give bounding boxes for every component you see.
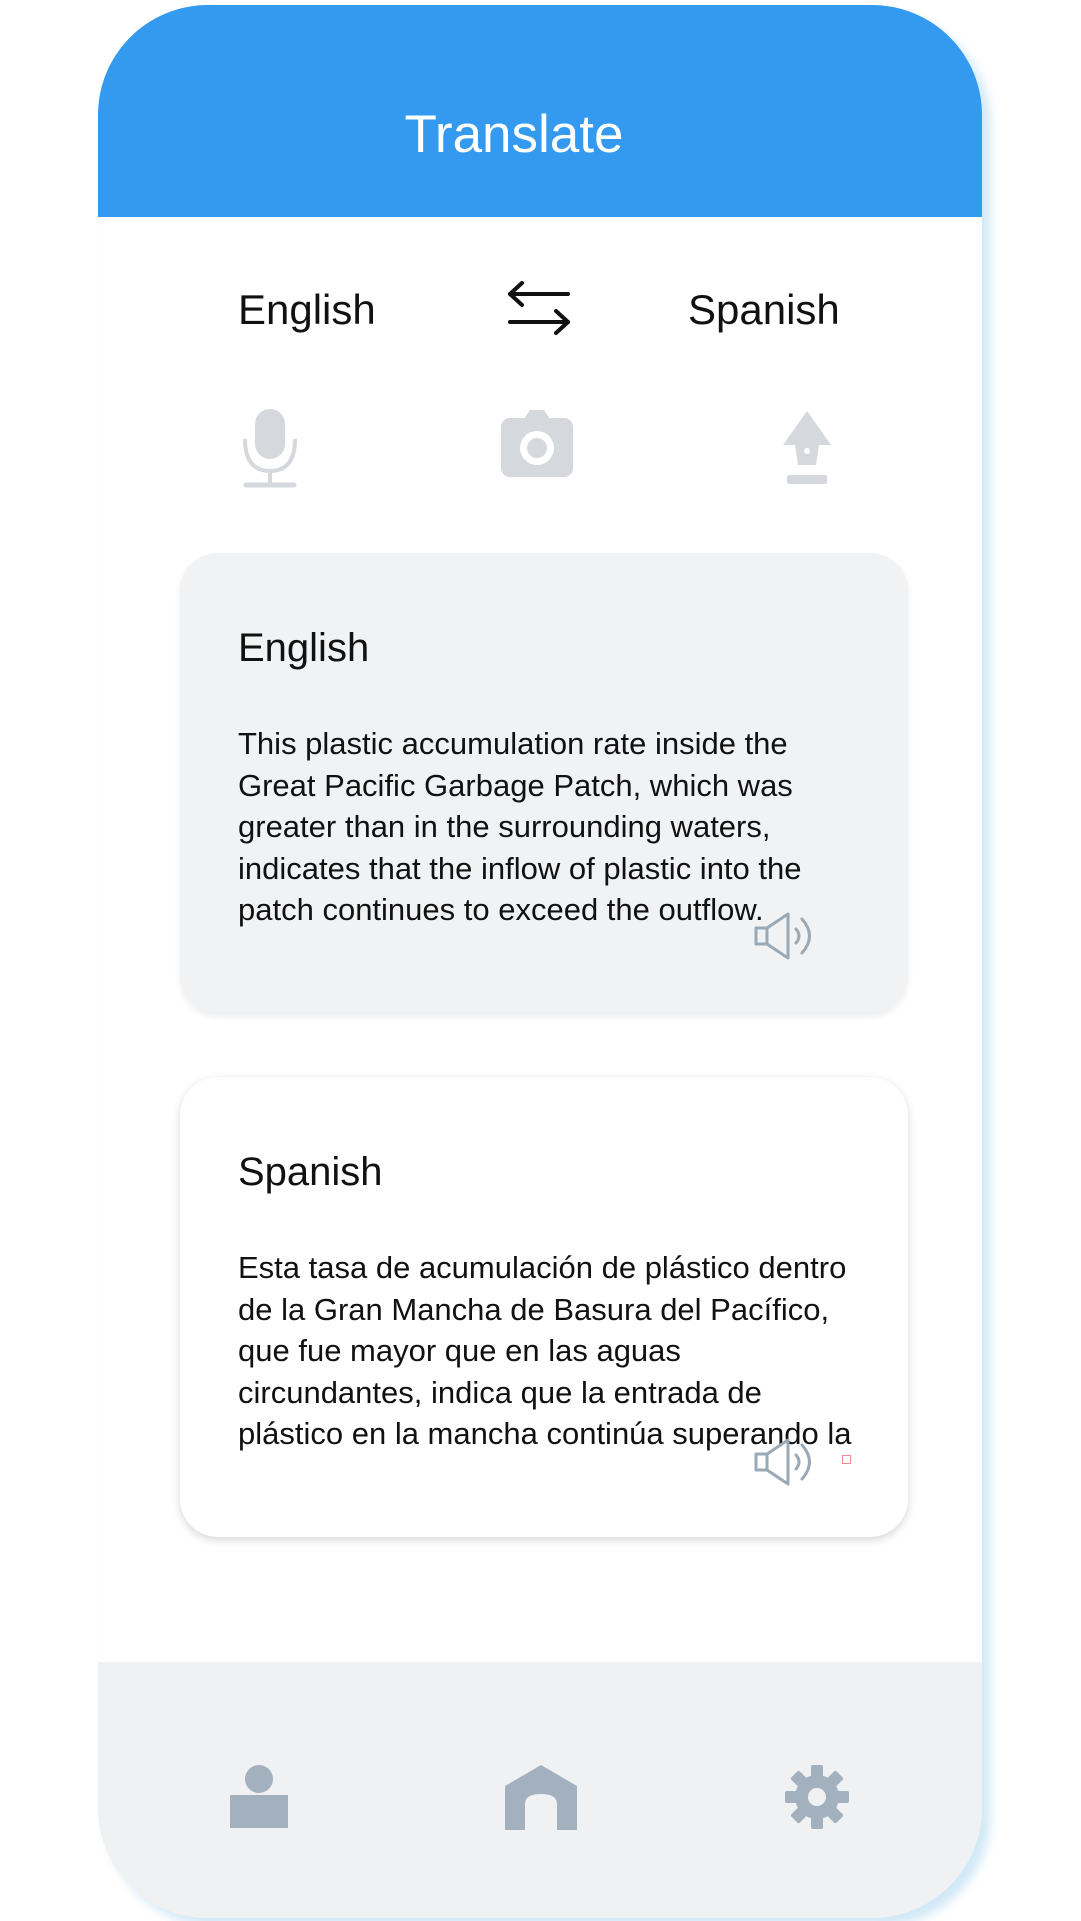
bottom-navigation-bar [98, 1662, 982, 1918]
app-header: Translate [98, 5, 982, 217]
user-icon[interactable] [228, 1762, 290, 1832]
speaker-icon[interactable] [753, 1437, 821, 1487]
speaker-icon[interactable] [753, 911, 821, 961]
swap-arrows-icon[interactable] [504, 280, 574, 336]
source-card-language-label: English [238, 626, 370, 670]
source-text-card: English This plastic accumulation rate i… [180, 553, 908, 1013]
source-text-input[interactable]: This plastic accumulation rate inside th… [238, 723, 868, 929]
target-card-language-label: Spanish [238, 1150, 383, 1194]
source-language-selector[interactable]: English [238, 280, 376, 340]
target-language-selector[interactable]: Spanish [688, 280, 840, 340]
gear-icon[interactable] [784, 1762, 850, 1832]
translated-text-card: Spanish Esta tasa de acumulación de plás… [180, 1077, 908, 1537]
microphone-icon[interactable] [240, 405, 300, 489]
home-icon[interactable] [503, 1762, 579, 1832]
page-title: Translate [404, 105, 624, 164]
pen-icon[interactable] [776, 405, 838, 489]
translated-text-output: Esta tasa de acumulación de plástico den… [238, 1250, 852, 1451]
broken-image-icon [842, 1455, 851, 1464]
camera-icon[interactable] [500, 405, 574, 489]
phone-frame: Translate English Spanish English This p… [98, 5, 982, 1918]
